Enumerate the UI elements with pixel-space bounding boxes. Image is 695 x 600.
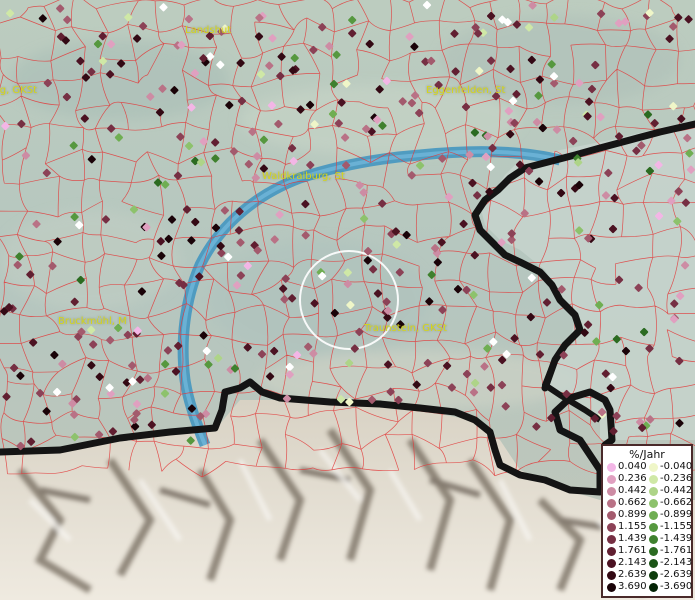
legend-label-positive: 1.439 bbox=[618, 533, 647, 544]
legend-swatch-negative bbox=[649, 523, 658, 532]
legend-label-negative: -3.690 bbox=[660, 581, 693, 592]
legend-row: 2.143 -2.143 bbox=[607, 557, 693, 569]
map-legend: %/Jahr 0.040 -0.040 0.236 -0.236 0.442 -0.442… bbox=[601, 444, 693, 598]
legend-label-positive: 2.639 bbox=[618, 569, 647, 580]
legend-label-negative: -0.442 bbox=[660, 485, 693, 496]
place-label-bruckmuehl: Bruckmühl, M bbox=[58, 316, 127, 327]
legend-swatch-positive bbox=[607, 523, 616, 532]
legend-swatch-positive bbox=[607, 535, 616, 544]
legend-label-negative: -0.662 bbox=[660, 497, 693, 508]
legend-swatch-negative bbox=[649, 463, 658, 472]
legend-row: 2.639 -2.639 bbox=[607, 569, 693, 581]
map-view[interactable]: Landshut Eggenfelden, St Erding, GKSt Wa… bbox=[0, 0, 695, 600]
legend-row: 1.761 -1.761 bbox=[607, 545, 693, 557]
legend-label-negative: -2.639 bbox=[660, 569, 693, 580]
legend-label-positive: 0.236 bbox=[618, 473, 647, 484]
legend-title: %/Jahr bbox=[629, 448, 665, 461]
legend-label-positive: 0.442 bbox=[618, 485, 647, 496]
legend-row: 0.442 -0.442 bbox=[607, 485, 693, 497]
legend-swatch-negative bbox=[649, 511, 658, 520]
legend-label-positive: 1.761 bbox=[618, 545, 647, 556]
legend-swatch-negative bbox=[649, 559, 658, 568]
legend-swatch-negative bbox=[649, 583, 658, 592]
terrain-base-layer bbox=[0, 0, 695, 600]
legend-swatch-negative bbox=[649, 487, 658, 496]
legend-row: 1.439 -1.439 bbox=[607, 533, 693, 545]
legend-label-negative: -0.899 bbox=[660, 509, 693, 520]
legend-label-positive: 1.155 bbox=[618, 521, 647, 532]
legend-label-positive: 0.662 bbox=[618, 497, 647, 508]
legend-label-negative: -2.143 bbox=[660, 557, 693, 568]
legend-swatch-negative bbox=[649, 547, 658, 556]
place-label-landshut: Landshut bbox=[185, 25, 232, 36]
legend-swatch-positive bbox=[607, 559, 616, 568]
place-label-waldkraiburg: Waldkraiburg, St bbox=[262, 171, 345, 182]
legend-label-positive: 0.899 bbox=[618, 509, 647, 520]
legend-swatch-positive bbox=[607, 583, 616, 592]
legend-swatch-negative bbox=[649, 499, 658, 508]
legend-label-positive: 2.143 bbox=[618, 557, 647, 568]
legend-label-negative: -1.439 bbox=[660, 533, 693, 544]
legend-swatch-positive bbox=[607, 571, 616, 580]
legend-swatch-negative bbox=[649, 571, 658, 580]
legend-swatch-negative bbox=[649, 475, 658, 484]
legend-swatch-positive bbox=[607, 511, 616, 520]
legend-swatch-positive bbox=[607, 475, 616, 484]
legend-label-negative: -1.155 bbox=[660, 521, 693, 532]
place-label-eggenfelden: Eggenfelden, St bbox=[426, 85, 506, 96]
legend-row: 1.155 -1.155 bbox=[607, 521, 693, 533]
legend-label-positive: 3.690 bbox=[618, 581, 647, 592]
legend-label-negative: -0.236 bbox=[660, 473, 693, 484]
legend-row: 3.690 -3.690 bbox=[607, 581, 693, 593]
legend-row: 0.236 -0.236 bbox=[607, 473, 693, 485]
legend-swatch-negative bbox=[649, 535, 658, 544]
legend-label-negative: -1.761 bbox=[660, 545, 693, 556]
legend-swatch-positive bbox=[607, 463, 616, 472]
legend-swatch-positive bbox=[607, 547, 616, 556]
legend-row: 0.040 -0.040 bbox=[607, 461, 693, 473]
legend-row: 0.899 -0.899 bbox=[607, 509, 693, 521]
place-label-traunstein: Traunstein, GKSt bbox=[364, 323, 447, 334]
legend-row: 0.662 -0.662 bbox=[607, 497, 693, 509]
legend-swatch-positive bbox=[607, 487, 616, 496]
legend-swatch-positive bbox=[607, 499, 616, 508]
legend-label-positive: 0.040 bbox=[618, 461, 647, 472]
legend-label-negative: -0.040 bbox=[660, 461, 693, 472]
place-label-erding: Erding, GKSt bbox=[0, 85, 37, 96]
